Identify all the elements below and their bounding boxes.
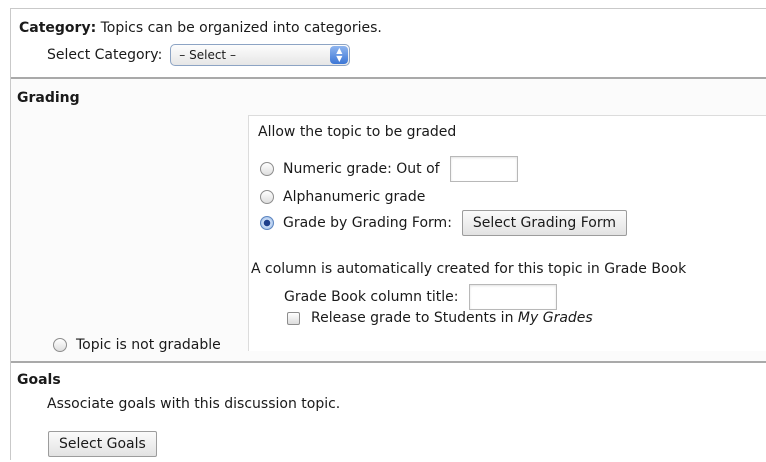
grading-form-option: Grade by Grading Form: Select Grading Fo…	[260, 210, 627, 236]
grade-book-title-input[interactable]	[468, 284, 557, 310]
gradable-options-panel: Allow the topic to be graded Numeric gra…	[248, 115, 766, 351]
category-header: Category: Topics can be organized into c…	[19, 20, 382, 36]
grade-book-title-row: Grade Book column title:	[284, 284, 557, 310]
select-category-label: Select Category:	[47, 47, 163, 63]
category-heading: Category:	[19, 20, 97, 36]
grading-form-radio[interactable]	[260, 216, 274, 230]
goals-section: Goals Associate goals with this discussi…	[11, 363, 766, 461]
select-grading-form-button[interactable]: Select Grading Form	[461, 210, 627, 236]
release-grade-label: Release grade to Students in My Grades	[311, 310, 593, 326]
not-gradable-option: Topic is not gradable	[53, 337, 221, 353]
release-grade-label-text: Release grade to Students in	[311, 310, 518, 326]
not-gradable-label: Topic is not gradable	[76, 337, 221, 353]
grading-section: Grading Allow the topic to be graded Num…	[11, 79, 766, 361]
select-category-row: Select Category: – Select – ▲ ▼	[47, 44, 351, 66]
category-select-value: – Select –	[179, 48, 236, 62]
category-description: Topics can be organized into categories.	[96, 20, 382, 36]
numeric-grade-option: Numeric grade: Out of	[260, 156, 518, 182]
not-gradable-radio[interactable]	[53, 338, 67, 352]
numeric-grade-label: Numeric grade: Out of	[283, 161, 440, 177]
alphanumeric-grade-label: Alphanumeric grade	[283, 189, 426, 205]
release-grade-row: Release grade to Students in My Grades	[287, 310, 593, 326]
numeric-out-of-input[interactable]	[449, 156, 518, 182]
alphanumeric-grade-option: Alphanumeric grade	[260, 189, 425, 205]
grading-heading: Grading	[17, 90, 80, 106]
grade-book-column-note: A column is automatically created for th…	[251, 261, 687, 277]
select-updown-icon: ▲ ▼	[330, 46, 349, 64]
allow-graded-label: Allow the topic to be graded	[258, 124, 457, 140]
numeric-grade-radio[interactable]	[260, 162, 274, 176]
category-section: Category: Topics can be organized into c…	[11, 9, 766, 77]
grade-book-title-label: Grade Book column title:	[284, 289, 459, 305]
goals-heading: Goals	[17, 372, 61, 388]
select-goals-button[interactable]: Select Goals	[48, 431, 157, 457]
category-select[interactable]: – Select – ▲ ▼	[170, 44, 351, 66]
alphanumeric-grade-radio[interactable]	[260, 190, 274, 204]
goals-description: Associate goals with this discussion top…	[47, 396, 341, 412]
release-grade-checkbox[interactable]	[287, 311, 300, 325]
grading-form-label: Grade by Grading Form:	[283, 215, 452, 231]
my-grades-label: My Grades	[517, 310, 593, 326]
topic-settings-form: Category: Topics can be organized into c…	[10, 8, 766, 461]
